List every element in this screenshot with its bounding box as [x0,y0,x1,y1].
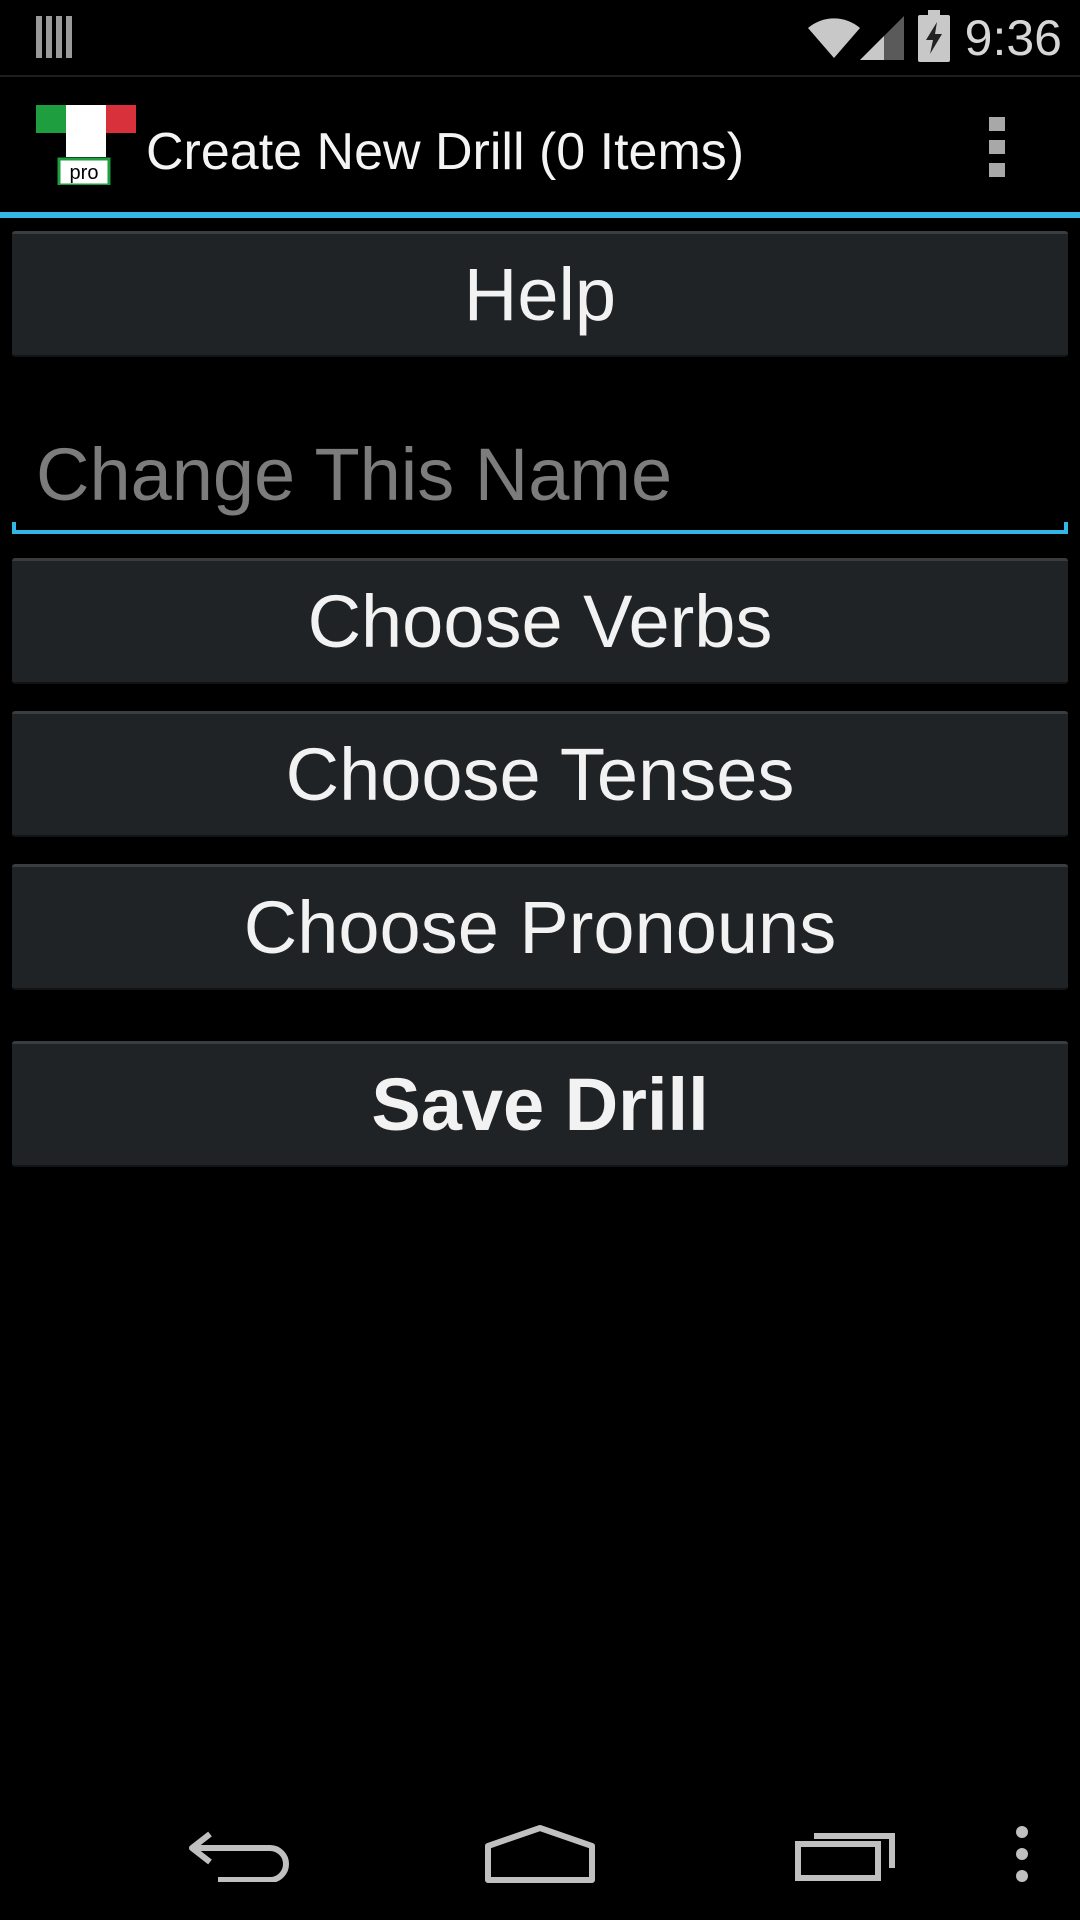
drill-name-field[interactable] [12,420,1068,534]
recent-apps-icon[interactable] [786,1788,906,1920]
menu-icon[interactable] [1000,1788,1044,1920]
save-drill-button[interactable]: Save Drill [12,1041,1068,1167]
status-clock: 9:36 [964,10,1062,66]
cell-signal-icon [858,12,906,67]
app-logo-icon[interactable]: pro [36,105,136,187]
help-button[interactable]: Help [12,231,1068,357]
drill-name-input[interactable] [12,420,1068,528]
choose-pronouns-button[interactable]: Choose Pronouns [12,864,1068,990]
choose-verbs-button[interactable]: Choose Verbs [12,558,1068,684]
action-bar-divider [0,212,1080,218]
app-icon-badge: pro [70,162,99,184]
overflow-menu-icon[interactable] [984,115,1010,179]
home-icon[interactable] [480,1788,600,1920]
navigation-bar [0,1788,1080,1920]
wifi-icon [806,14,862,65]
back-icon[interactable] [180,1788,300,1920]
choose-tenses-button[interactable]: Choose Tenses [12,711,1068,837]
action-bar: pro Create New Drill (0 Items) [0,77,1080,214]
page-title: Create New Drill (0 Items) [146,123,745,181]
battery-charging-icon [918,10,950,67]
input-underline [12,530,1068,534]
notification-bars-icon [36,14,72,65]
status-bar: 9:36 [0,0,1080,77]
